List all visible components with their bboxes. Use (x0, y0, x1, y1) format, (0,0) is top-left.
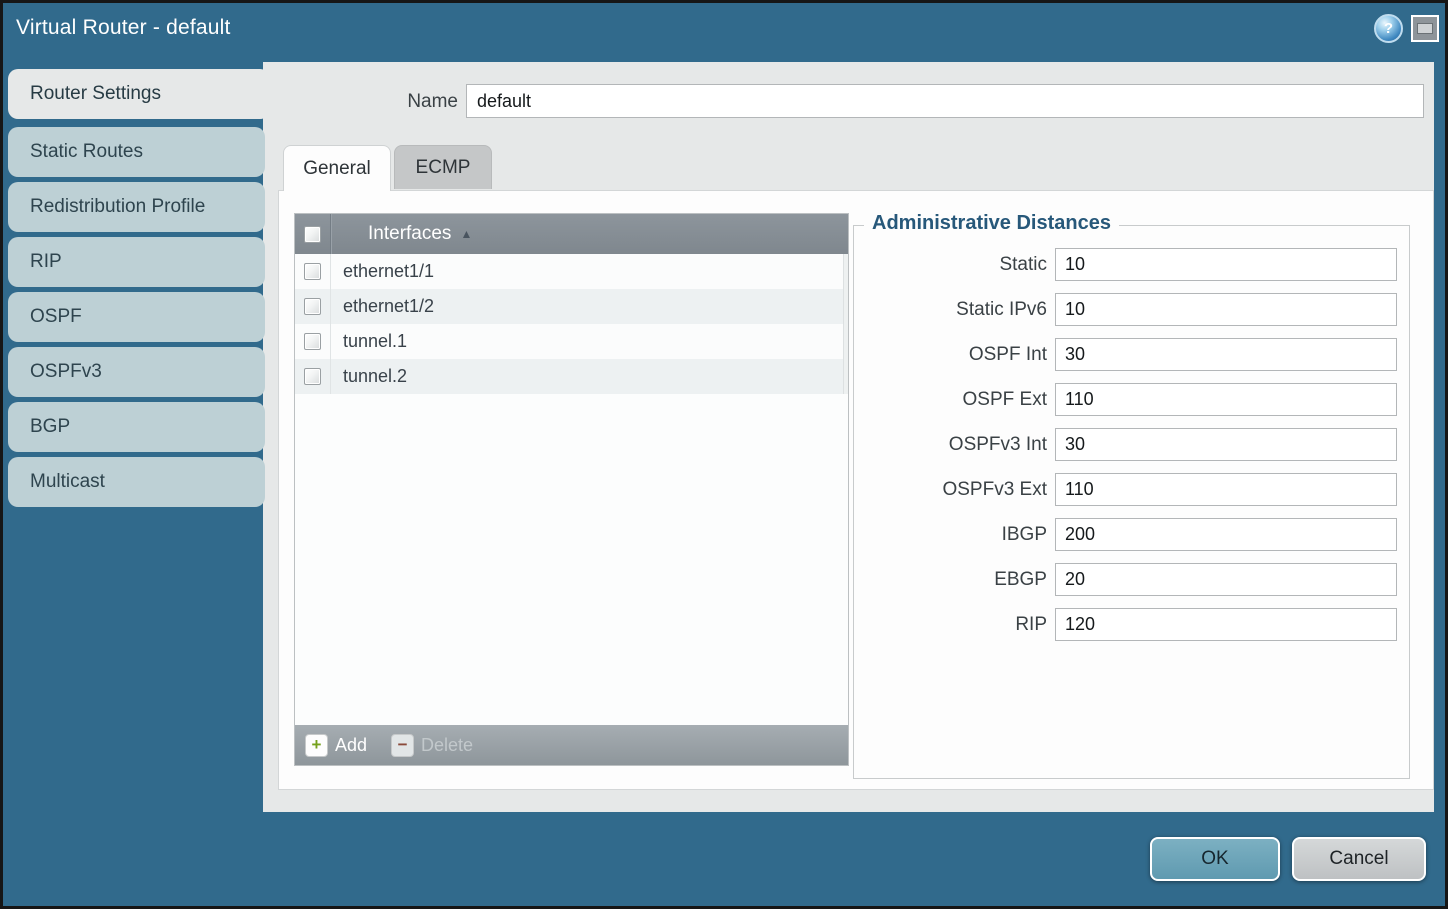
table-row[interactable]: tunnel.1 (295, 324, 848, 359)
ospfv3-int-label: OSPFv3 Int (854, 434, 1055, 456)
cancel-button[interactable]: Cancel (1292, 837, 1426, 881)
interface-name: ethernet1/2 (343, 296, 434, 317)
interfaces-table-footer: + Add − Delete (295, 725, 848, 765)
rip-input[interactable] (1055, 608, 1397, 641)
sidebar-item-multicast[interactable]: Multicast (8, 457, 265, 507)
sidebar-item-redistribution-profile[interactable]: Redistribution Profile (8, 182, 265, 232)
ospf-int-label: OSPF Int (854, 344, 1055, 366)
name-label: Name (330, 91, 458, 113)
dialog-title: Virtual Router - default (16, 16, 231, 40)
form-row-static: Static (854, 248, 1409, 281)
form-row-ospfv3-int: OSPFv3 Int (854, 428, 1409, 461)
sidebar-item-ospfv3[interactable]: OSPFv3 (8, 347, 265, 397)
table-scrollbar[interactable] (843, 254, 848, 394)
column-divider (330, 254, 331, 394)
administrative-distances-legend: Administrative Distances (864, 212, 1119, 235)
maximize-window-icon-inner (1417, 23, 1433, 34)
ospf-int-input[interactable] (1055, 338, 1397, 371)
sidebar-item-router-settings[interactable]: Router Settings (8, 69, 270, 119)
row-checkbox[interactable] (304, 333, 321, 350)
interface-name: tunnel.2 (343, 366, 407, 387)
sort-ascending-icon[interactable]: ▲ (460, 227, 472, 241)
help-icon-glyph: ? (1384, 20, 1393, 37)
ospfv3-ext-label: OSPFv3 Ext (854, 479, 1055, 501)
sidebar-item-bgp[interactable]: BGP (8, 402, 265, 452)
column-divider (330, 214, 331, 254)
rip-label: RIP (854, 614, 1055, 636)
interfaces-table: Interfaces ▲ ethernet1/1 ethernet1/2 tun… (294, 213, 849, 766)
row-checkbox[interactable] (304, 368, 321, 385)
form-row-static-ipv6: Static IPv6 (854, 293, 1409, 326)
form-row-rip: RIP (854, 608, 1409, 641)
ok-button[interactable]: OK (1150, 837, 1280, 881)
static-input[interactable] (1055, 248, 1397, 281)
ibgp-label: IBGP (854, 524, 1055, 546)
form-row-ospf-ext: OSPF Ext (854, 383, 1409, 416)
interface-name: ethernet1/1 (343, 261, 434, 282)
row-checkbox[interactable] (304, 263, 321, 280)
add-icon: + (305, 734, 328, 757)
table-row[interactable]: ethernet1/1 (295, 254, 848, 289)
interfaces-table-body: ethernet1/1 ethernet1/2 tunnel.1 tunnel.… (295, 254, 848, 725)
help-icon[interactable]: ? (1374, 14, 1403, 43)
interface-name: tunnel.1 (343, 331, 407, 352)
ospf-ext-label: OSPF Ext (854, 389, 1055, 411)
tab-general[interactable]: General (283, 145, 391, 191)
delete-button-label: Delete (421, 735, 473, 756)
maximize-window-icon[interactable] (1411, 15, 1439, 42)
form-row-ospf-int: OSPF Int (854, 338, 1409, 371)
add-button[interactable]: + Add (305, 734, 367, 757)
sidebar-item-rip[interactable]: RIP (8, 237, 265, 287)
table-row[interactable]: tunnel.2 (295, 359, 848, 394)
static-ipv6-input[interactable] (1055, 293, 1397, 326)
name-input[interactable] (466, 84, 1424, 118)
virtual-router-dialog: Virtual Router - default ? Router Settin… (0, 0, 1448, 909)
ospf-ext-input[interactable] (1055, 383, 1397, 416)
row-checkbox[interactable] (304, 298, 321, 315)
ospfv3-int-input[interactable] (1055, 428, 1397, 461)
ebgp-label: EBGP (854, 569, 1055, 591)
static-ipv6-label: Static IPv6 (854, 299, 1055, 321)
ospfv3-ext-input[interactable] (1055, 473, 1397, 506)
interfaces-table-header: Interfaces ▲ (295, 214, 848, 254)
tab-ecmp[interactable]: ECMP (394, 145, 492, 189)
sidebar-item-ospf[interactable]: OSPF (8, 292, 265, 342)
general-tab-panel: Interfaces ▲ ethernet1/1 ethernet1/2 tun… (278, 190, 1434, 790)
select-all-checkbox[interactable] (304, 226, 321, 243)
form-row-ebgp: EBGP (854, 563, 1409, 596)
form-row-ibgp: IBGP (854, 518, 1409, 551)
ibgp-input[interactable] (1055, 518, 1397, 551)
ebgp-input[interactable] (1055, 563, 1397, 596)
add-button-label: Add (335, 735, 367, 756)
interfaces-column-header[interactable]: Interfaces (368, 223, 451, 245)
sidebar-item-static-routes[interactable]: Static Routes (8, 127, 265, 177)
form-row-ospfv3-ext: OSPFv3 Ext (854, 473, 1409, 506)
static-label: Static (854, 254, 1055, 276)
delete-icon: − (391, 734, 414, 757)
delete-button: − Delete (391, 734, 473, 757)
administrative-distances-fieldset: Administrative Distances Static Static I… (853, 225, 1410, 779)
table-row[interactable]: ethernet1/2 (295, 289, 848, 324)
administrative-distances-form: Static Static IPv6 OSPF Int OSPF Ext OSP… (854, 226, 1409, 641)
